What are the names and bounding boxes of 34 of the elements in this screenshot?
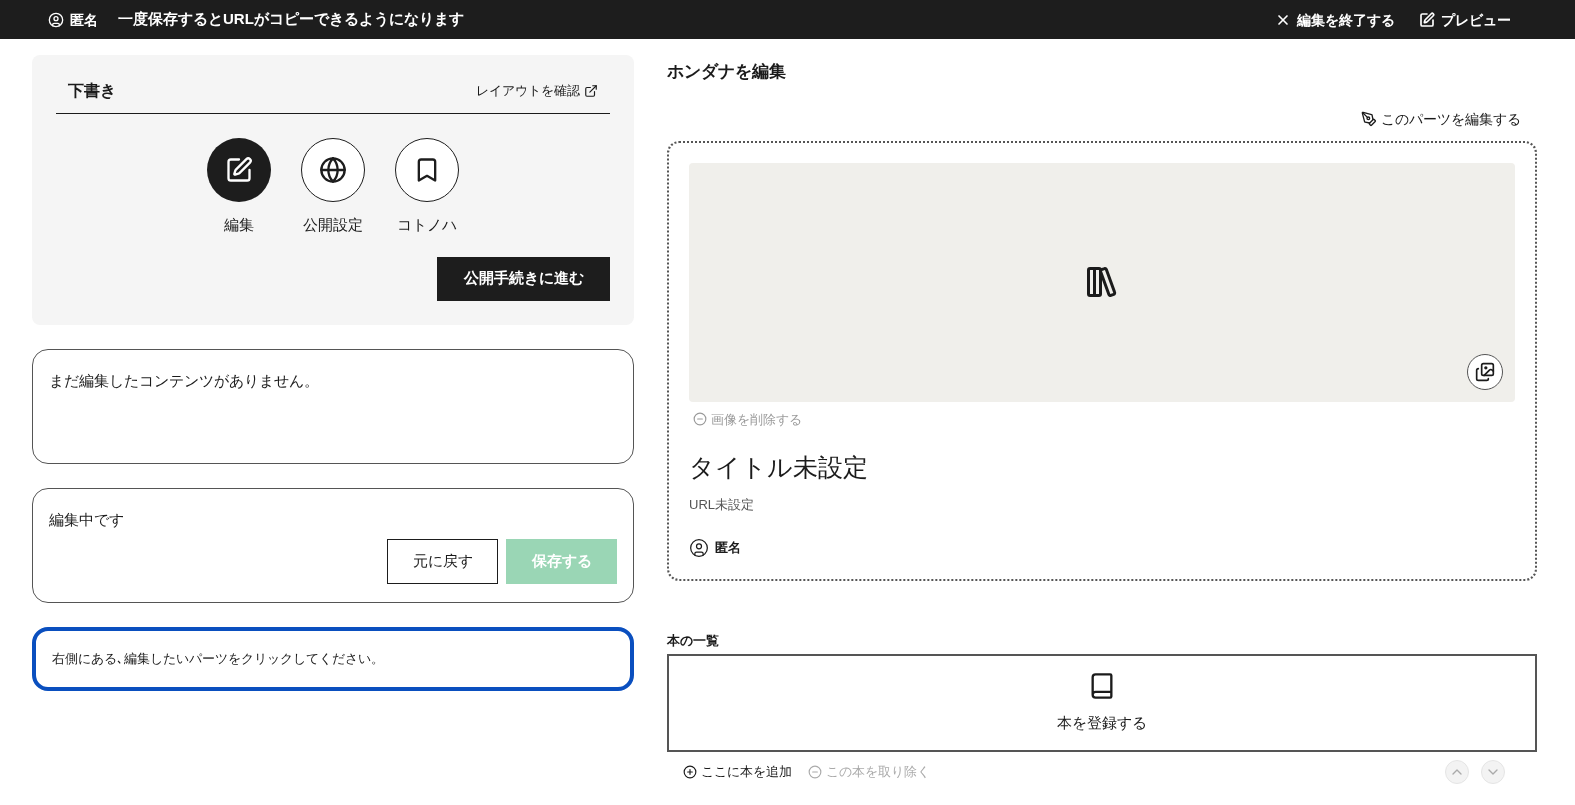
globe-icon	[319, 156, 347, 184]
shelf-title: タイトル未設定	[689, 452, 869, 483]
change-image-button[interactable]	[1467, 353, 1503, 390]
tool-button[interactable]: コトノハ	[395, 138, 459, 237]
edit-icon	[225, 156, 253, 184]
external-link-icon	[584, 84, 598, 98]
user-name: 匿名	[70, 10, 98, 30]
edit-part-link[interactable]: このパーツを編集する	[1361, 108, 1521, 129]
draft-title: 下書き	[68, 81, 116, 101]
minus-circle-icon	[808, 765, 822, 779]
book-list-heading: 本の一覧	[667, 631, 720, 650]
editor-title: ホンダナを編集	[667, 61, 787, 83]
plus-circle-icon	[683, 765, 697, 779]
add-book-here-button[interactable]: ここに本を追加	[683, 762, 792, 782]
empty-content-text: まだ編集したコンテンツがありません。	[49, 370, 320, 391]
user-icon	[689, 538, 709, 558]
revert-button[interactable]: 元に戻す	[387, 539, 498, 584]
proceed-button[interactable]: 公開手続きに進む	[437, 256, 610, 301]
exit-edit-button[interactable]: 編集を終了する	[1275, 9, 1395, 30]
user-icon	[48, 11, 64, 28]
tool-button[interactable]: 公開設定	[301, 138, 365, 237]
status-text: 編集中です	[49, 509, 125, 530]
hint-text: 右側にある､編集したいパーツをクリックしてください。	[52, 649, 384, 668]
pen-nib-icon	[1361, 110, 1377, 127]
owner-name: 匿名	[715, 539, 741, 558]
preview-button[interactable]: プレビュー	[1419, 9, 1511, 30]
tool-button[interactable]: 編集	[207, 138, 271, 237]
layout-link[interactable]: レイアウトを確認	[476, 81, 598, 101]
shelf-url: URL未設定	[689, 495, 755, 514]
register-book-button[interactable]: 本を登録する	[667, 654, 1537, 752]
edit-icon	[1419, 11, 1435, 28]
images-icon	[1475, 361, 1495, 382]
minus-circle-icon	[693, 412, 707, 427]
notice-text: 一度保存するとURLがコピーできるようになります	[118, 9, 464, 30]
